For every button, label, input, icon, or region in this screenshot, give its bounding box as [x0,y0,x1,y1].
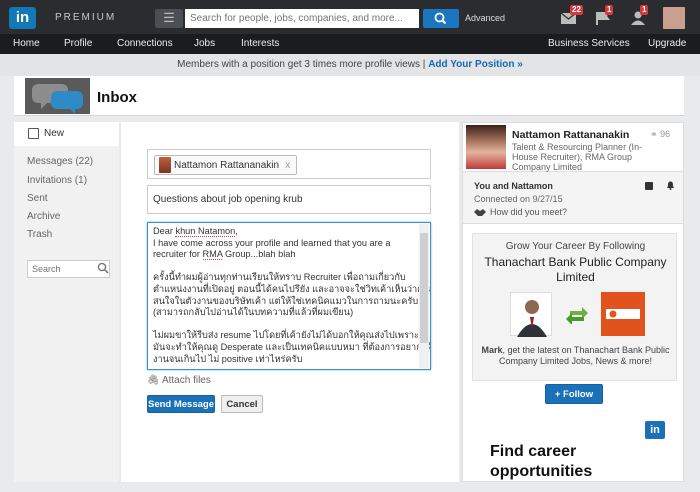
ad-content: Grow Your Career By Following Thanachart… [472,233,677,381]
relationship-heading: You and Nattamon [474,181,553,191]
body-line: งานจนเกินไป ไม่ positive เท่าไหร่ครับ [153,353,303,364]
nav-profile[interactable]: Profile [64,38,92,49]
search-button[interactable] [423,9,459,28]
ad-company-name[interactable]: Thanachart Bank Public Company Limited [473,255,678,285]
sidebar-item-trash[interactable]: Trash [27,229,52,240]
member-photo [510,292,552,337]
add-position-link[interactable]: Add Your Position » [428,59,523,70]
advanced-search-link[interactable]: Advanced [465,13,505,23]
nav-jobs[interactable]: Jobs [194,38,215,49]
body-line-company: RMA [202,249,223,261]
body-line: ไม่ผมขาให้รีบส่ง resume ไปโดยที่เค้ายังไ… [153,330,419,341]
bell-icon[interactable] [666,181,675,190]
nav-business-services[interactable]: Business Services [548,38,630,49]
connections-icon: ⚭ [650,129,658,139]
sidebar-item-archive[interactable]: Archive [27,211,60,222]
nav-interests[interactable]: Interests [241,38,279,49]
position-notice: Members with a position get 3 times more… [0,54,700,76]
remove-recipient-icon[interactable]: x [285,160,290,171]
inbox-header: Inbox [14,76,684,116]
handshake-icon [474,209,486,216]
linkedin-logo: in [645,421,665,439]
search-icon [434,12,447,25]
message-composer: Nattamon Rattananakin x Dear khun Natamo… [121,122,459,482]
profile-title: Talent & Resourcing Planner (In-House Re… [512,142,643,172]
body-line-name: khun Natamon [175,226,236,237]
body-line: ตำแหน่งงานที่เปิดอยู่ ตอนนี้ได้คนไปรึยัง… [153,283,431,294]
ad-description-text: , get the latest on Thanachart Bank Publ… [498,345,670,366]
attach-label: Attach files [161,375,211,386]
body-line: I have come across your profile and lear… [153,237,391,248]
menu-icon: ☰ [163,10,175,25]
ad-description: Mark, get the latest on Thanachart Bank … [473,345,678,367]
message-body-field[interactable]: Dear khun Natamon, I have come across yo… [147,222,431,370]
body-line: (สามารถกลับไปอ่านได้ในบทความที่แล้วที่ผม… [153,307,354,318]
notifications-button[interactable]: 1 [595,5,615,26]
body-scrollbar-thumb[interactable] [420,233,428,343]
body-line: มันจะทำให้คุณดู Desperate และเป็นเทคนิคแ… [153,341,431,352]
recipient-field[interactable]: Nattamon Rattananakin x [147,149,431,179]
connected-date: Connected on 9/27/15 [474,194,563,204]
body-line: ครั้งนี้ทำผมผู้อ่านทุกท่านเรียนให้ทราบ R… [153,272,406,283]
top-bar: in PREMIUM ☰ Advanced 22 1 1 [0,0,700,34]
relationship-panel: You and Nattamon Connected on 9/27/15 Ho… [462,172,684,224]
member-figure [517,300,547,337]
premium-label: PREMIUM [55,12,117,23]
company-logo-mark [606,309,640,319]
connections-badge: 1 [640,5,649,15]
recipient-avatar [159,157,171,173]
exchange-arrows-icon [566,307,588,324]
connection-count-value: 96 [660,129,671,139]
body-line [153,261,416,273]
messages-badge: 22 [570,5,583,15]
sidebar-item-invitations[interactable]: Invitations (1) [27,175,87,186]
recipient-profile-card: Nattamon Rattananakin Talent & Resourcin… [462,122,684,172]
body-line: Dear khun Natamon, [153,226,238,237]
note-icon[interactable] [645,182,653,190]
sidebar-item-sent[interactable]: Sent [27,193,48,204]
how-did-you-meet-link[interactable]: How did you meet? [490,207,567,217]
chat-bubbles-icon [25,78,90,114]
attach-files-link[interactable]: 🖇 Attach files [147,375,211,386]
inbox-sidebar: New Messages (22) Invitations (1) Sent A… [14,122,119,482]
main-nav: Home Profile Connections Jobs Interests … [0,34,700,54]
new-message-button[interactable]: New [14,122,119,146]
recipient-name: Nattamon Rattananakin [174,159,280,171]
connection-count: ⚭ 96 [650,129,670,140]
nav-upgrade[interactable]: Upgrade [648,38,686,49]
linkedin-logo[interactable]: in [9,7,36,29]
notice-text: Members with a position get 3 times more… [177,59,426,70]
profile-name[interactable]: Nattamon Rattananakin [512,129,629,141]
new-label: New [44,128,65,139]
profile-photo[interactable] [466,125,506,169]
body-line: recruiter for RMA Group...blah blah [153,249,296,261]
ad-headline: Grow Your Career By Following [505,241,646,252]
send-message-button[interactable]: Send Message [147,395,215,413]
nav-connections[interactable]: Connections [117,38,173,49]
body-line [153,319,416,331]
follow-button[interactable]: + Follow [545,384,603,404]
search-input[interactable] [185,9,419,28]
search-icon[interactable] [96,261,110,275]
messages-button[interactable]: 22 [560,5,583,26]
page-title: Inbox [97,89,137,106]
cancel-button[interactable]: Cancel [221,395,263,413]
body-line: สนใจในตัวงานของบริษัทเค้า แต่ให้ใช่เทคนิ… [153,295,419,306]
connections-button[interactable]: 1 [630,5,650,26]
sidebar-item-messages[interactable]: Messages (22) [27,156,93,167]
company-logo [601,292,645,336]
compose-icon [28,128,39,139]
user-avatar[interactable] [663,7,685,29]
subject-field[interactable] [147,185,431,214]
company-follow-ad: Grow Your Career By Following Thanachart… [462,224,684,482]
recipient-chip: Nattamon Rattananakin x [154,155,298,175]
nav-home[interactable]: Home [13,38,40,49]
search-category-menu[interactable]: ☰ [155,9,183,28]
paperclip-icon: 🖇 [147,375,160,386]
notifications-badge: 1 [605,5,614,15]
ad-member-name: Mark [481,345,503,355]
find-career-heading[interactable]: Find career opportunities [490,442,610,482]
